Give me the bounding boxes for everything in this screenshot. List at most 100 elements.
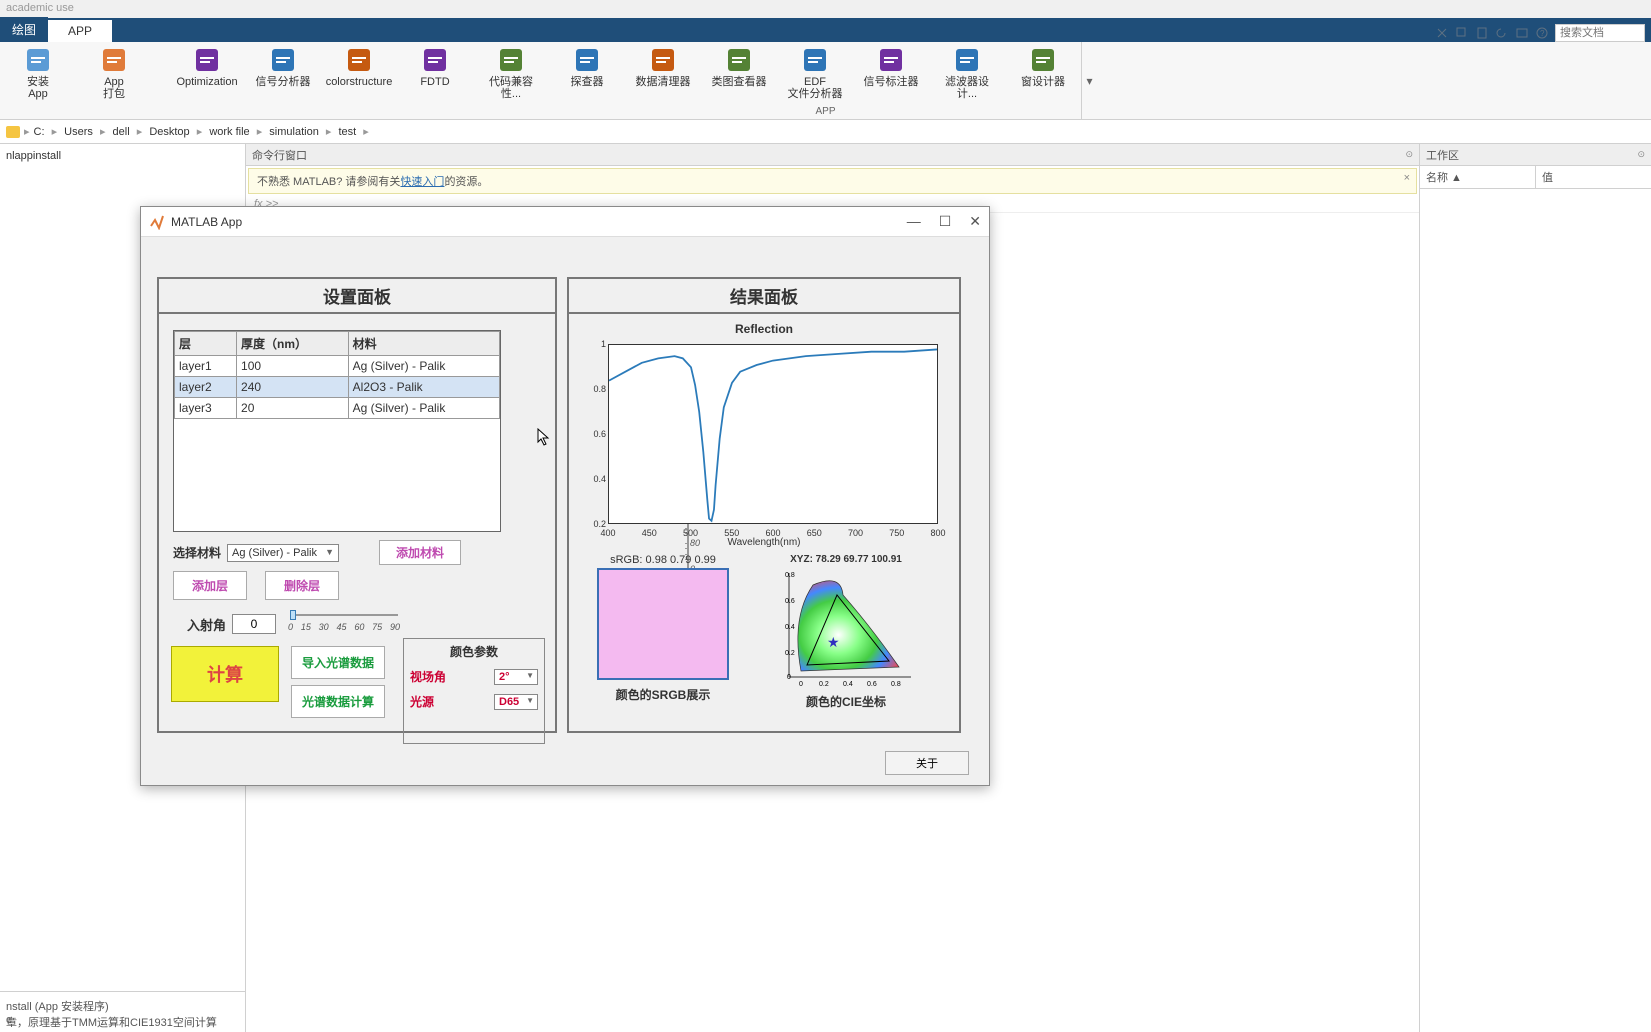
command-window-header: 命令行窗口 ⊙ [246, 144, 1419, 166]
workspace-header: 工作区 ⊙ [1420, 144, 1651, 166]
switch-window-icon[interactable] [1515, 26, 1529, 40]
table-row[interactable]: layer1100Ag (Silver) - Palik [175, 356, 500, 377]
path-crumb[interactable]: C: [30, 126, 49, 138]
toolstrip-package-button[interactable]: App 打包 [84, 46, 144, 100]
path-crumb[interactable]: test [334, 126, 360, 138]
col-material[interactable]: 材料 [348, 332, 499, 356]
toolstrip-compat-button[interactable]: 代码兼容性... [481, 46, 541, 100]
paste-icon[interactable] [1475, 26, 1489, 40]
spectrum-calc-button[interactable]: 光谱数据计算 [291, 685, 385, 718]
matlab-icon [149, 214, 165, 230]
matlab-app-window: MATLAB App — ☐ ✕ 设置面板 层 厚度（nm） 材料 layer1… [140, 206, 990, 786]
about-button[interactable]: 关于 [885, 751, 969, 775]
path-crumb[interactable]: dell [109, 126, 134, 138]
col-layer[interactable]: 层 [175, 332, 237, 356]
svg-text:0.6: 0.6 [867, 681, 877, 688]
fov-select[interactable]: 2° [494, 669, 538, 685]
app-titlebar-text: academic use [0, 0, 1651, 18]
tab-app[interactable]: APP [48, 20, 112, 42]
toolstrip-optim-button[interactable]: Optimization [177, 46, 237, 88]
main-tabstrip: 绘图 APP ? [0, 18, 1651, 42]
toolstrip-probe-button[interactable]: 探查器 [557, 46, 617, 88]
tab-plot[interactable]: 绘图 [0, 17, 48, 42]
path-crumb[interactable]: Desktop [145, 126, 193, 138]
reflection-plot-title: Reflection [579, 322, 949, 336]
toolstrip-section-label: APP [815, 106, 835, 117]
srgb-caption: 颜色的SRGB展示 [579, 686, 747, 703]
results-title: 结果面板 [569, 279, 959, 314]
help-icon[interactable]: ? [1535, 26, 1549, 40]
getting-started-hint: 不熟悉 MATLAB? 请参阅有关快速入门的资源。 × [248, 168, 1417, 194]
svg-text:0.4: 0.4 [843, 681, 853, 688]
color-params-title: 颜色参数 [410, 643, 538, 660]
close-button[interactable]: ✕ [969, 213, 981, 230]
angle-slider[interactable]: 0153045607590 [290, 608, 398, 636]
path-crumb[interactable]: Users [60, 126, 97, 138]
quick-access-toolbar: ? [1435, 24, 1651, 42]
delete-layer-button[interactable]: 删除层 [265, 571, 339, 600]
svg-text:0.8: 0.8 [785, 572, 795, 579]
table-row[interactable]: layer320Ag (Silver) - Palik [175, 398, 500, 419]
workspace-columns: 名称 ▲ 值 [1420, 166, 1651, 189]
incident-angle-label: 入射角 [187, 615, 226, 634]
col-thickness[interactable]: 厚度（nm） [237, 332, 349, 356]
settings-title: 设置面板 [159, 279, 555, 314]
app-window-titlebar[interactable]: MATLAB App — ☐ ✕ [141, 207, 989, 237]
calculate-button[interactable]: 计算 [171, 646, 279, 702]
file-list[interactable]: nlappinstall [0, 144, 245, 168]
svg-text:0.8: 0.8 [891, 681, 901, 688]
toolstrip-windowdes-button[interactable]: 窗设计器 [1013, 46, 1073, 88]
toolstrip-classview-button[interactable]: 类图查看器 [709, 46, 769, 88]
toolstrip-more[interactable]: ▾ [1081, 42, 1097, 119]
path-bar[interactable]: ▸ C: ▸ Users ▸ dell ▸ Desktop ▸ work fil… [0, 120, 1651, 144]
svg-text:0: 0 [799, 681, 803, 688]
color-params-box: 颜色参数 视场角 2° 光源 D65 [403, 638, 545, 744]
toolstrip-siglabel-button[interactable]: 信号标注器 [861, 46, 921, 88]
cie-plot: ★ 0.8 0.6 0.4 0.2 0 0 0.2 0.4 0.6 [771, 567, 921, 689]
folder-icon [6, 126, 20, 138]
quick-start-link[interactable]: 快速入门 [400, 176, 444, 188]
workspace-panel: 工作区 ⊙ 名称 ▲ 值 [1419, 144, 1651, 1032]
toolstrip-color-button[interactable]: colorstructure [329, 46, 389, 88]
illuminant-select[interactable]: D65 [494, 694, 538, 710]
status-bar: 章，原理基于TMM运算和CIE1931空间计算 [0, 1012, 1651, 1032]
svg-text:0.4: 0.4 [785, 624, 795, 631]
panel-menu-icon[interactable]: ⊙ [1637, 149, 1645, 160]
col-value[interactable]: 值 [1536, 166, 1651, 188]
app-window-title: MATLAB App [171, 215, 242, 229]
xyz-values: XYZ: 78.29 69.77 100.91 [761, 554, 931, 565]
toolstrip-edf-button[interactable]: EDF 文件分析器 [785, 46, 845, 100]
add-material-button[interactable]: 添加材料 [379, 540, 461, 565]
toolstrip-install-button[interactable]: 安装 App [8, 46, 68, 100]
maximize-button[interactable]: ☐ [939, 213, 952, 230]
cut-icon[interactable] [1435, 26, 1449, 40]
material-select[interactable]: Ag (Silver) - Palik [227, 544, 339, 562]
toolstrip-dataclean-button[interactable]: 数据清理器 [633, 46, 693, 88]
path-crumb[interactable]: simulation [265, 126, 323, 138]
svg-text:0.2: 0.2 [819, 681, 829, 688]
layer-table[interactable]: 层 厚度（nm） 材料 layer1100Ag (Silver) - Palik… [173, 330, 501, 532]
cie-display-block: XYZ: 78.29 69.77 100.91 [761, 554, 931, 710]
command-window-title: 命令行窗口 [252, 147, 307, 163]
angle-slider-thumb[interactable] [290, 610, 296, 620]
search-doc-input[interactable] [1555, 24, 1645, 42]
file-item[interactable]: nlappinstall [0, 148, 245, 164]
undo-icon[interactable] [1495, 26, 1509, 40]
import-spectrum-button[interactable]: 导入光谱数据 [291, 646, 385, 679]
col-name[interactable]: 名称 ▲ [1420, 166, 1536, 188]
toolstrip-fdtd-button[interactable]: FDTD [405, 46, 465, 88]
add-layer-button[interactable]: 添加层 [173, 571, 247, 600]
minimize-button[interactable]: — [907, 213, 921, 230]
close-hint-icon[interactable]: × [1404, 172, 1410, 184]
reflection-plot: 0.20.40.60.81 40045050055060065070075080… [584, 338, 944, 548]
illuminant-label: 光源 [410, 693, 434, 710]
incident-angle-input[interactable] [232, 614, 276, 634]
srgb-display-block: sRGB: 0.98 0.79 0.99 颜色的SRGB展示 [579, 554, 747, 710]
srgb-values: sRGB: 0.98 0.79 0.99 [579, 554, 747, 566]
panel-menu-icon[interactable]: ⊙ [1405, 149, 1413, 160]
copy-icon[interactable] [1455, 26, 1469, 40]
path-crumb[interactable]: work file [205, 126, 253, 138]
table-row[interactable]: layer2240Al2O3 - Palik [175, 377, 500, 398]
toolstrip-signal-button[interactable]: 信号分析器 [253, 46, 313, 88]
toolstrip-filter-button[interactable]: 滤波器设计... [937, 46, 997, 100]
